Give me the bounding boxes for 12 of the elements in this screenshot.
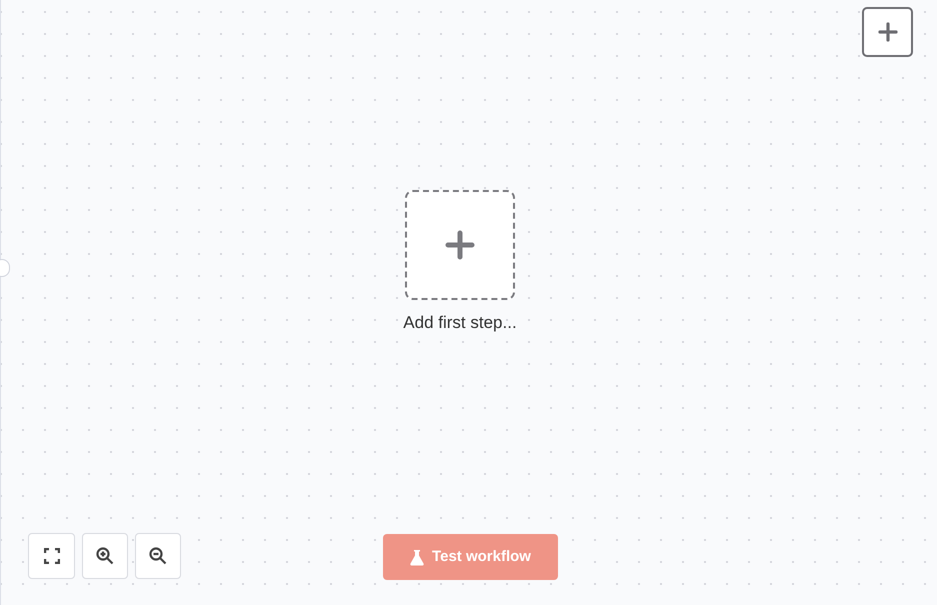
plus-icon xyxy=(445,230,475,260)
add-first-step-button[interactable] xyxy=(405,190,515,300)
zoom-out-button[interactable] xyxy=(135,533,181,579)
fullscreen-icon xyxy=(44,548,60,564)
zoom-out-icon xyxy=(149,547,167,565)
add-node-button[interactable] xyxy=(862,7,913,57)
flask-icon xyxy=(410,548,424,566)
fit-view-button[interactable] xyxy=(28,533,75,579)
zoom-in-icon xyxy=(96,547,114,565)
zoom-in-button[interactable] xyxy=(82,533,128,579)
add-first-step-label: Add first step... xyxy=(403,312,517,334)
plus-icon xyxy=(878,22,898,42)
